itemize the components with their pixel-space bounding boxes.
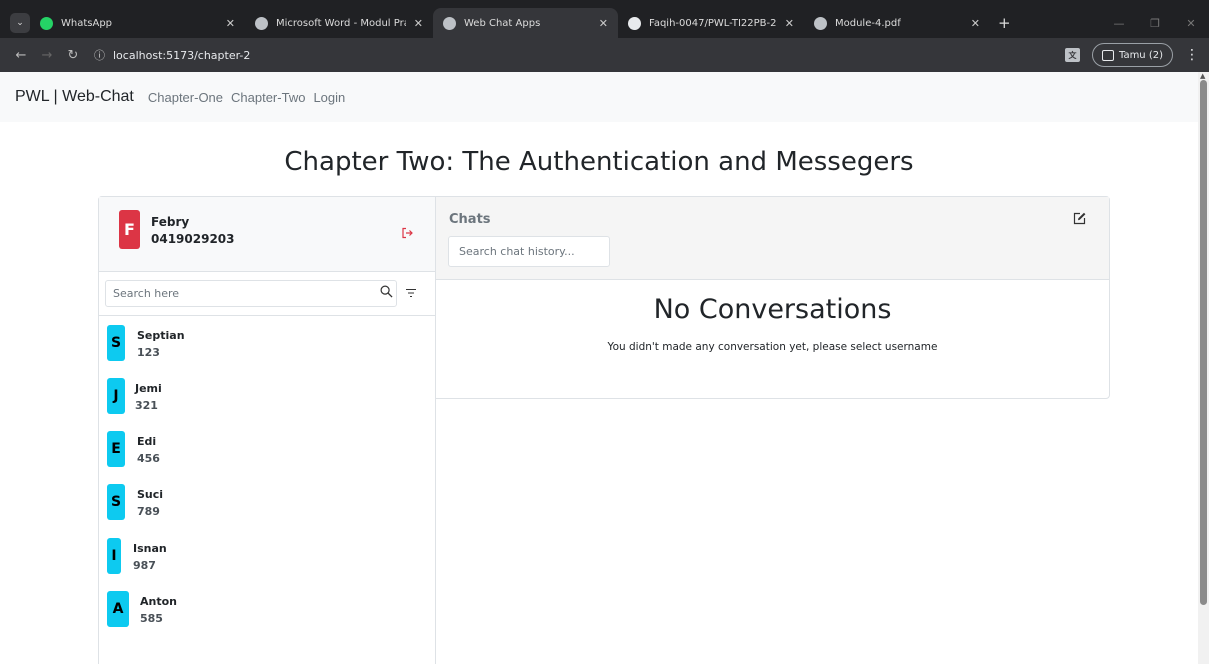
contact-avatar: E <box>107 431 125 467</box>
contact-name: Jemi <box>135 382 162 395</box>
contact-item[interactable]: J Jemi 321 <box>99 370 435 423</box>
page-title: Chapter Two: The Authentication and Mess… <box>284 147 914 177</box>
search-icon[interactable] <box>380 285 393 298</box>
contacts-sidebar: F Febry 0419029203 Search here S Septian… <box>98 196 436 664</box>
browser-toolbar: ← → ↻ ⓘ localhost:5173/chapter-2 文 Tamu … <box>0 38 1209 72</box>
app-navbar: PWL | Web-Chat Chapter-One Chapter-Two L… <box>0 72 1198 122</box>
url-text: localhost:5173/chapter-2 <box>113 48 251 62</box>
tab-web-chat[interactable]: Web Chat Apps ✕ <box>433 8 618 38</box>
back-icon[interactable]: ← <box>8 48 34 63</box>
globe-icon <box>443 16 456 30</box>
logout-icon[interactable] <box>401 227 413 239</box>
empty-state-title: No Conversations <box>653 294 892 325</box>
tab-title: Microsoft Word - Modul Prakti <box>276 17 406 29</box>
tab-word[interactable]: Microsoft Word - Modul Prakti ✕ <box>245 8 433 38</box>
tab-title: Web Chat Apps <box>464 17 541 29</box>
contact-item[interactable]: E Edi 456 <box>99 423 435 476</box>
tab-search-button[interactable]: ⌄ <box>10 13 30 33</box>
nav-link-login[interactable]: Login <box>313 90 345 105</box>
compose-icon[interactable] <box>1073 212 1086 225</box>
user-id: 0419029203 <box>151 232 235 246</box>
contact-item[interactable]: A Anton 585 <box>99 583 435 636</box>
profile-button[interactable]: Tamu (2) <box>1091 43 1173 67</box>
contact-item[interactable]: I Isnan 987 <box>99 530 435 583</box>
nav-link-chapter-two[interactable]: Chapter-Two <box>231 90 305 105</box>
contact-item[interactable]: S Septian 123 <box>99 317 435 370</box>
chat-panel: Chats No Conversations You didn't made a… <box>435 196 1110 399</box>
tab-title: WhatsApp <box>61 17 113 29</box>
contact-avatar: I <box>107 538 121 574</box>
contact-name: Suci <box>137 488 164 501</box>
reload-icon[interactable]: ↻ <box>60 48 86 63</box>
tab-github[interactable]: Faqih-0047/PWL-TI22PB-2223 ✕ <box>618 8 804 38</box>
page-scrollbar[interactable]: ▲ <box>1198 72 1209 664</box>
profile-label: Tamu (2) <box>1118 49 1163 61</box>
contact-avatar: J <box>107 378 125 414</box>
window-close-icon[interactable]: ✕ <box>1173 17 1209 30</box>
chat-panel-header: Chats <box>436 197 1109 280</box>
tab-strip: ⌄ WhatsApp ✕ Microsoft Word - Modul Prak… <box>0 8 1209 38</box>
contact-number: 321 <box>135 399 158 412</box>
nav-link-chapter-one[interactable]: Chapter-One <box>148 90 223 105</box>
address-bar[interactable]: ⓘ localhost:5173/chapter-2 <box>94 42 250 68</box>
browser-chrome: ⌄ WhatsApp ✕ Microsoft Word - Modul Prak… <box>0 0 1209 72</box>
new-tab-icon[interactable]: + <box>998 14 1011 32</box>
user-avatar: F <box>119 210 140 249</box>
github-icon <box>628 16 641 30</box>
close-icon[interactable]: ✕ <box>226 17 235 30</box>
contact-avatar: S <box>107 325 125 361</box>
chat-search-input[interactable] <box>448 236 610 267</box>
user-name: Febry <box>151 215 190 229</box>
contact-name: Septian <box>137 329 185 342</box>
site-info-icon[interactable]: ⓘ <box>94 47 105 63</box>
close-icon[interactable]: ✕ <box>785 17 794 30</box>
globe-icon <box>814 16 827 30</box>
contact-number: 456 <box>137 452 160 465</box>
chats-title: Chats <box>449 212 491 227</box>
contact-name: Anton <box>140 595 177 608</box>
close-icon[interactable]: ✕ <box>971 17 980 30</box>
navbar-brand[interactable]: PWL | Web-Chat <box>15 88 134 106</box>
translate-icon[interactable]: 文 <box>1064 48 1080 62</box>
tab-title: Faqih-0047/PWL-TI22PB-2223 <box>649 17 777 29</box>
scroll-up-icon[interactable]: ▲ <box>1200 72 1205 80</box>
contact-number: 585 <box>140 612 163 625</box>
chat-container: F Febry 0419029203 Search here S Septian… <box>98 196 1110 664</box>
contact-item[interactable]: S Suci 789 <box>99 476 435 529</box>
contact-number: 789 <box>137 505 160 518</box>
contact-search-bar <box>99 272 435 316</box>
contact-number: 123 <box>137 346 160 359</box>
empty-state-message: You didn't made any conversation yet, pl… <box>607 341 938 353</box>
profile-icon <box>1101 49 1114 61</box>
menu-icon[interactable]: ⋮ <box>1185 47 1199 63</box>
tab-whatsapp[interactable]: WhatsApp ✕ <box>30 8 245 38</box>
contact-avatar: S <box>107 484 125 520</box>
contact-search-input[interactable] <box>105 280 397 307</box>
user-profile-header: F Febry 0419029203 <box>99 197 435 272</box>
contact-avatar: A <box>107 591 129 627</box>
contact-number: 987 <box>133 559 156 572</box>
forward-icon[interactable]: → <box>34 48 60 63</box>
contact-name: Isnan <box>133 542 167 555</box>
tab-title: Module-4.pdf <box>835 17 901 29</box>
minimize-icon[interactable]: — <box>1101 17 1137 30</box>
toolbar-right: 文 Tamu (2) ⋮ <box>1064 43 1199 67</box>
contact-name: Edi <box>137 435 157 448</box>
close-icon[interactable]: ✕ <box>414 17 423 30</box>
window-controls: — ❐ ✕ <box>1101 8 1209 38</box>
filter-icon[interactable] <box>405 287 417 299</box>
tab-module-pdf[interactable]: Module-4.pdf ✕ <box>804 8 990 38</box>
globe-icon <box>255 16 268 30</box>
scrollbar-thumb[interactable] <box>1200 80 1207 605</box>
restore-icon[interactable]: ❐ <box>1137 17 1173 30</box>
close-icon[interactable]: ✕ <box>599 17 608 30</box>
whatsapp-icon <box>40 16 53 30</box>
page-viewport: PWL | Web-Chat Chapter-One Chapter-Two L… <box>0 72 1198 664</box>
